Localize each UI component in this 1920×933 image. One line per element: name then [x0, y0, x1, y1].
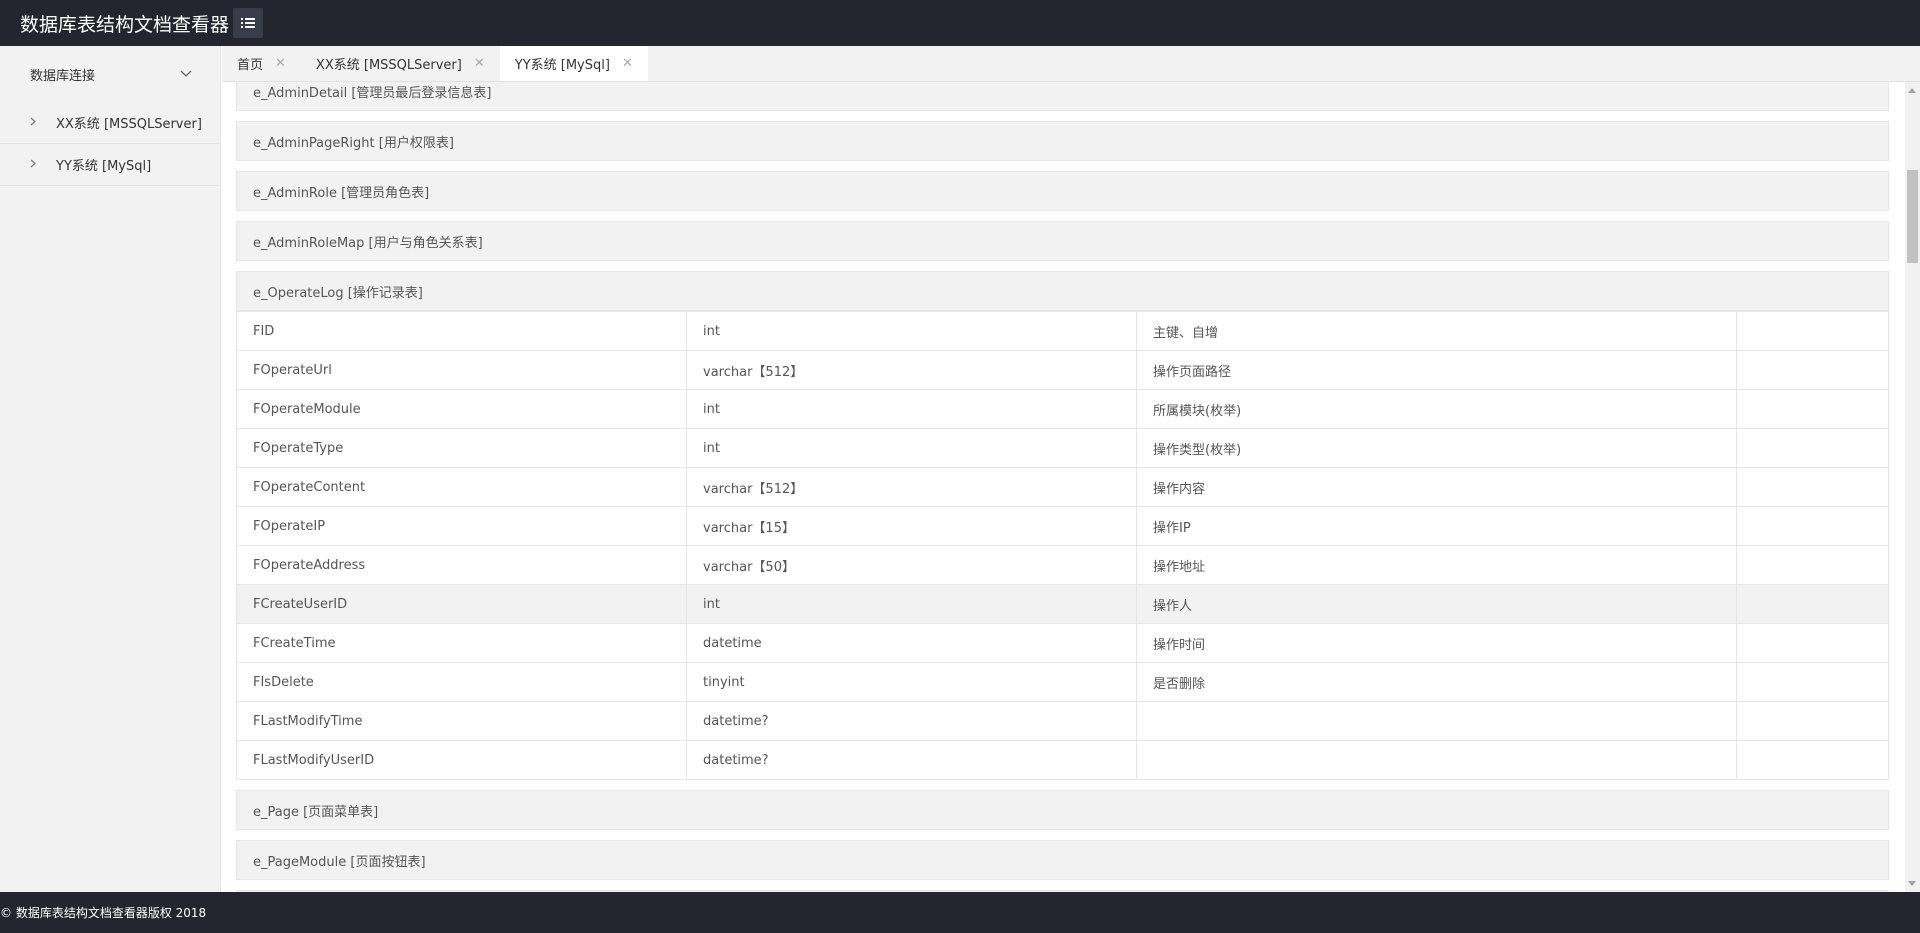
tab-label: 首页: [237, 58, 264, 73]
chevron-right-icon: [30, 116, 40, 129]
column-type-cell: datetime?: [686, 740, 1137, 780]
column-name-cell: FOperateModule: [236, 389, 687, 429]
sidebar: 数据库连接 XX系统 [MSSQLServer] YY系统 [MySql]: [0, 46, 221, 892]
column-name-cell: FOperateAddress: [236, 545, 687, 585]
close-icon[interactable]: ✕: [275, 56, 286, 71]
tab-bar: 首页 ✕ XX系统 [MSSQLServer] ✕ YY系统 [MySql] ✕: [222, 46, 1920, 82]
list-icon[interactable]: [233, 8, 264, 38]
vertical-scrollbar[interactable]: [1905, 82, 1920, 892]
column-desc-cell: 操作页面路径: [1136, 350, 1737, 390]
chevron-down-icon: [180, 67, 192, 82]
table-row: FID int 主键、自增: [236, 311, 1889, 351]
column-name-cell: FOperateContent: [236, 467, 687, 507]
column-extra-cell: [1736, 545, 1889, 585]
table-row: FOperateUrl varchar【512】 操作页面路径: [236, 350, 1889, 390]
column-desc-cell: 所属模块(枚举): [1136, 389, 1737, 429]
sidebar-group-label: 数据库连接: [30, 68, 96, 84]
column-extra-cell: [1736, 428, 1889, 468]
column-name-cell: FID: [236, 311, 687, 351]
column-desc-cell: [1136, 701, 1737, 741]
sidebar-item-yy-system[interactable]: YY系统 [MySql]: [0, 144, 220, 186]
column-name-cell: FLastModifyUserID: [236, 740, 687, 780]
column-desc-cell: 是否删除: [1136, 662, 1737, 702]
table-panel-admin-page-right[interactable]: e_AdminPageRight [用户权限表]: [236, 121, 1889, 161]
column-extra-cell: [1736, 740, 1889, 780]
column-desc-cell: 操作地址: [1136, 545, 1737, 585]
footer: © 数据库表结构文档查看器版权 2018: [0, 892, 1920, 933]
close-icon[interactable]: ✕: [474, 56, 485, 71]
table-row: FLastModifyUserID datetime?: [236, 740, 1889, 780]
column-name-cell: FLastModifyTime: [236, 701, 687, 741]
table-panel-admin-role-map[interactable]: e_AdminRoleMap [用户与角色关系表]: [236, 221, 1889, 261]
app-header: 数据库表结构文档查看器: [0, 0, 1920, 46]
sidebar-item-label: YY系统 [MySql]: [56, 159, 152, 174]
sidebar-group-db-connection[interactable]: 数据库连接: [0, 46, 220, 102]
column-type-cell: int: [686, 584, 1137, 624]
chevron-right-icon: [30, 158, 40, 171]
column-extra-cell: [1736, 701, 1889, 741]
sidebar-item-xx-system[interactable]: XX系统 [MSSQLServer]: [0, 102, 220, 144]
column-extra-cell: [1736, 311, 1889, 351]
column-type-cell: varchar【15】: [686, 506, 1137, 546]
column-name-cell: FCreateUserID: [236, 584, 687, 624]
main-content: e_AdminDetail [管理员最后登录信息表] e_AdminPageRi…: [222, 82, 1905, 892]
scroll-up-icon[interactable]: [1908, 88, 1916, 93]
column-desc-cell: 操作IP: [1136, 506, 1737, 546]
column-extra-cell: [1736, 623, 1889, 663]
column-desc-cell: [1136, 740, 1737, 780]
table-row: FIsDelete tinyint 是否删除: [236, 662, 1889, 702]
column-extra-cell: [1736, 584, 1889, 624]
table-row: FCreateTime datetime 操作时间: [236, 623, 1889, 663]
app-title: 数据库表结构文档查看器: [20, 13, 230, 36]
column-extra-cell: [1736, 662, 1889, 702]
column-desc-cell: 主键、自增: [1136, 311, 1737, 351]
column-name-cell: FOperateIP: [236, 506, 687, 546]
table-panel-page-module[interactable]: e_PageModule [页面按钮表]: [236, 840, 1889, 880]
tab-yy-system[interactable]: YY系统 [MySql] ✕: [499, 46, 648, 81]
table-row: FOperateAddress varchar【50】 操作地址: [236, 545, 1889, 585]
column-desc-cell: 操作人: [1136, 584, 1737, 624]
column-type-cell: datetime?: [686, 701, 1137, 741]
column-name-cell: FOperateType: [236, 428, 687, 468]
column-desc-cell: 操作时间: [1136, 623, 1737, 663]
table-panel-admin-role[interactable]: e_AdminRole [管理员角色表]: [236, 171, 1889, 211]
table-row: FOperateModule int 所属模块(枚举): [236, 389, 1889, 429]
scroll-down-icon[interactable]: [1908, 881, 1916, 886]
column-type-cell: varchar【50】: [686, 545, 1137, 585]
sidebar-item-label: XX系统 [MSSQLServer]: [56, 117, 202, 132]
scrollbar-thumb[interactable]: [1907, 170, 1918, 263]
table-row: FCreateUserID int 操作人: [236, 584, 1889, 624]
table-list: e_AdminDetail [管理员最后登录信息表] e_AdminPageRi…: [236, 82, 1889, 892]
column-name-cell: FOperateUrl: [236, 350, 687, 390]
table-panel-operate-log[interactable]: e_OperateLog [操作记录表]: [236, 271, 1889, 311]
column-type-cell: int: [686, 428, 1137, 468]
table-row: FOperateContent varchar【512】 操作内容: [236, 467, 1889, 507]
tab-xx-system[interactable]: XX系统 [MSSQLServer] ✕: [301, 46, 500, 81]
tab-home[interactable]: 首页 ✕: [222, 46, 301, 81]
column-type-cell: tinyint: [686, 662, 1137, 702]
column-name-cell: FCreateTime: [236, 623, 687, 663]
table-row: FLastModifyTime datetime?: [236, 701, 1889, 741]
column-type-cell: varchar【512】: [686, 467, 1137, 507]
column-type-cell: varchar【512】: [686, 350, 1137, 390]
footer-copyright: © 数据库表结构文档查看器版权 2018: [0, 906, 207, 920]
column-extra-cell: [1736, 389, 1889, 429]
column-type-cell: int: [686, 389, 1137, 429]
table-row: FOperateType int 操作类型(枚举): [236, 428, 1889, 468]
table-row: FOperateIP varchar【15】 操作IP: [236, 506, 1889, 546]
column-desc-cell: 操作类型(枚举): [1136, 428, 1737, 468]
tab-label: XX系统 [MSSQLServer]: [315, 58, 462, 73]
column-extra-cell: [1736, 506, 1889, 546]
column-type-cell: int: [686, 311, 1137, 351]
column-extra-cell: [1736, 467, 1889, 507]
table-panel-page[interactable]: e_Page [页面菜单表]: [236, 790, 1889, 830]
tab-label: YY系统 [MySql]: [514, 58, 610, 73]
column-type-cell: datetime: [686, 623, 1137, 663]
column-desc-cell: 操作内容: [1136, 467, 1737, 507]
column-name-cell: FIsDelete: [236, 662, 687, 702]
column-extra-cell: [1736, 350, 1889, 390]
close-icon[interactable]: ✕: [622, 56, 633, 71]
table-panel-admin-detail[interactable]: e_AdminDetail [管理员最后登录信息表]: [236, 82, 1889, 111]
operate-log-columns-table: FID int 主键、自增 FOperateUrl varchar【512】 操作页面路径…: [236, 311, 1889, 780]
